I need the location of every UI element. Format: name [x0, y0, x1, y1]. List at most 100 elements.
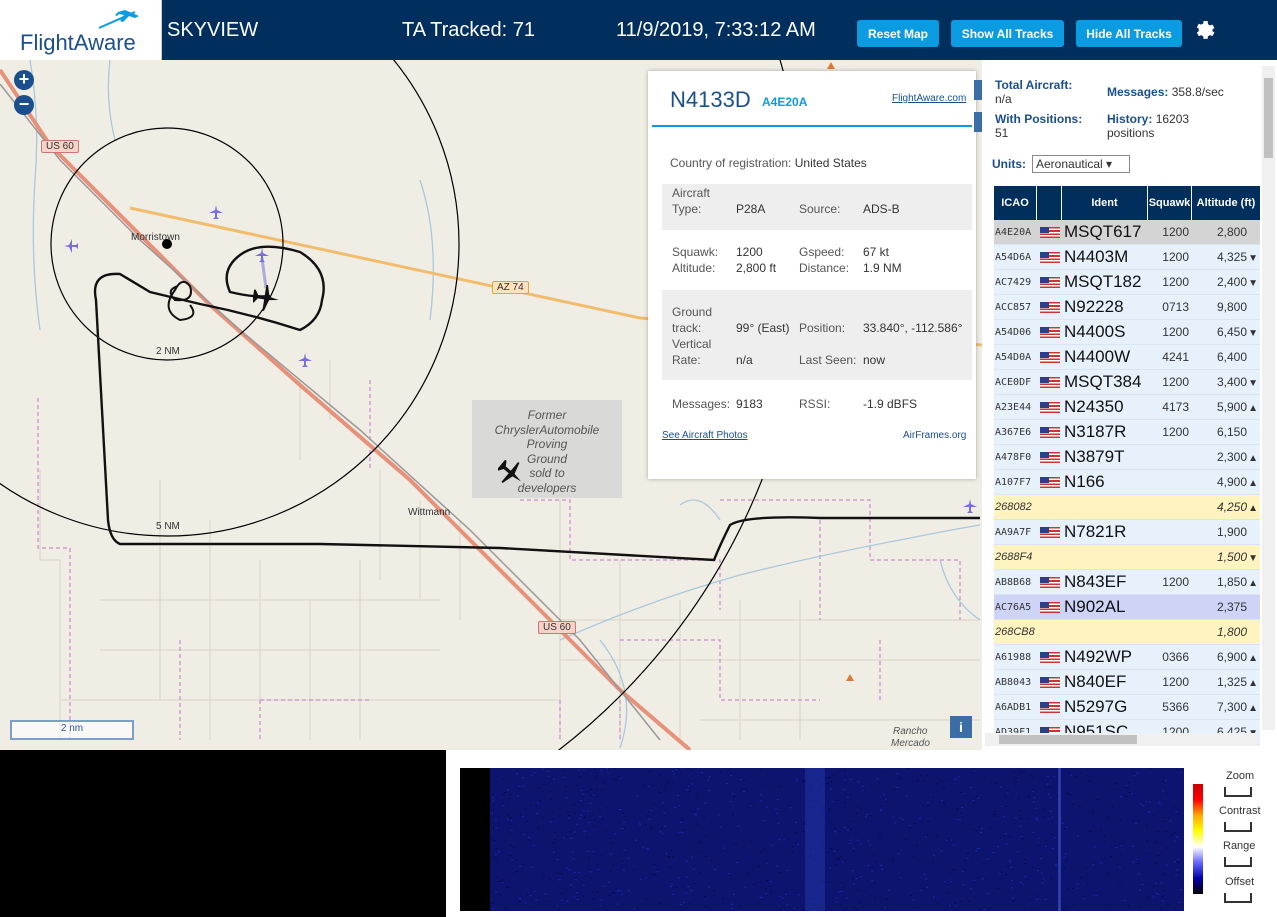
- col-altitude[interactable]: Altitude (ft): [1192, 186, 1260, 220]
- altitude-value: 1,850: [1216, 575, 1247, 589]
- table-row[interactable]: AA9A7F N7821R 1,900: [994, 520, 1260, 545]
- altitude-cell: 1,500▼: [1192, 550, 1260, 564]
- contrast-label: Contrast: [1219, 805, 1261, 817]
- area-line: ChryslerAutomobile: [494, 422, 600, 437]
- aircraft-marker-icon[interactable]: [63, 238, 79, 254]
- us-flag-icon: [1039, 651, 1060, 663]
- altitude-value: 2,375: [1216, 600, 1247, 614]
- table-row[interactable]: 268082 4,250▲: [994, 495, 1260, 520]
- range-slider[interactable]: [1224, 857, 1252, 867]
- last-seen-value: now: [863, 353, 886, 367]
- us-flag-icon: [1039, 401, 1060, 413]
- icao-cell: ACC857: [995, 301, 1032, 313]
- flag-cell: [1037, 301, 1062, 313]
- table-row[interactable]: AC76A5 N902AL 2,375: [994, 595, 1260, 620]
- flightaware-logo[interactable]: FlightAware: [0, 0, 162, 60]
- map-info-icon[interactable]: i: [950, 716, 972, 738]
- show-all-tracks-button[interactable]: Show All Tracks: [951, 20, 1064, 47]
- source-value: ADS-B: [863, 202, 900, 216]
- table-row[interactable]: A6ADB1 N5297G 5366 7,300▲: [994, 695, 1260, 720]
- table-horizontal-scrollbar[interactable]: [985, 733, 1258, 746]
- selected-aircraft-icon[interactable]: [253, 285, 279, 311]
- panel-collapse-handle[interactable]: [974, 80, 982, 132]
- flag-cell: [1037, 401, 1062, 413]
- table-row[interactable]: AB8043 N840EF 1200 1,325▲: [994, 670, 1260, 695]
- ident-cell: N92228: [1064, 297, 1124, 316]
- table-row[interactable]: A367E6 N3187R 1200 6,150: [994, 420, 1260, 445]
- table-row[interactable]: AC7429 MSQT182 1200 2,400▼: [994, 270, 1260, 295]
- table-row[interactable]: ACC857 N92228 0713 9,800: [994, 295, 1260, 320]
- track-value: 99° (East): [736, 321, 790, 335]
- contrast-slider[interactable]: [1224, 822, 1252, 832]
- flag-cell: [1037, 276, 1062, 288]
- altitude-value: 1,900: [1216, 525, 1247, 539]
- place-morristown: Morristown: [131, 232, 180, 243]
- zoom-out-button[interactable]: −: [14, 95, 34, 115]
- altitude-cell: 2,300▲: [1192, 450, 1260, 464]
- table-row[interactable]: A107F7 N166 4,900▲: [994, 470, 1260, 495]
- aircraft-marker-icon[interactable]: [498, 460, 524, 486]
- altitude-cell: 6,400: [1192, 350, 1260, 364]
- col-flag[interactable]: [1037, 186, 1062, 220]
- table-row[interactable]: 2688F4 1,500▼: [994, 545, 1260, 570]
- ident-cell: MSQT182: [1064, 272, 1142, 291]
- aircraft-photos-link[interactable]: See Aircraft Photos: [662, 430, 748, 441]
- altitude-value: 4,250: [1216, 500, 1247, 514]
- altitude-cell: 4,325▼: [1192, 250, 1260, 264]
- altitude-cell: 2,400▼: [1192, 275, 1260, 289]
- us-flag-icon: [1039, 276, 1060, 288]
- scroll-thumb[interactable]: [999, 735, 1137, 744]
- squawk-cell: 1200: [1162, 250, 1189, 264]
- ident-cell: N3879T: [1064, 447, 1125, 466]
- table-row[interactable]: A54D6A N4403M 1200 4,325▼: [994, 245, 1260, 270]
- table-row[interactable]: A23E44 N24350 4173 5,900▲: [994, 395, 1260, 420]
- col-ident[interactable]: Ident: [1062, 186, 1148, 220]
- icao-cell: AB8043: [995, 676, 1032, 688]
- squawk-label: Squawk:: [672, 245, 719, 259]
- table-row[interactable]: A478F0 N3879T 2,300▲: [994, 445, 1260, 470]
- table-row[interactable]: ACE0DF MSQT384 1200 3,400▼: [994, 370, 1260, 395]
- table-header: ICAO Ident Squawk Altitude (ft): [994, 186, 1260, 220]
- gspeed-value: 67 kt: [863, 245, 890, 259]
- altitude-cell: 6,900▲: [1192, 650, 1260, 664]
- popup-ident: N4133D: [670, 87, 751, 112]
- table-vertical-scrollbar[interactable]: [1262, 66, 1275, 730]
- table-row[interactable]: 268CB8 1,800: [994, 620, 1260, 645]
- bottom-black-area: [0, 750, 446, 917]
- reset-map-button[interactable]: Reset Map: [857, 20, 939, 47]
- gear-icon[interactable]: [1193, 18, 1217, 42]
- aircraft-marker-icon[interactable]: [208, 204, 224, 220]
- flightaware-link[interactable]: FlightAware.com: [892, 93, 966, 104]
- hide-all-tracks-button[interactable]: Hide All Tracks: [1076, 20, 1182, 47]
- units-select[interactable]: Aeronautical ▾: [1032, 155, 1130, 173]
- altitude-trend-icon: ▲: [1248, 653, 1258, 664]
- aircraft-marker-icon[interactable]: [254, 247, 270, 263]
- altitude-trend-icon: ▲: [1248, 503, 1258, 514]
- former-proving-ground-area: Former ChryslerAutomobile Proving Ground…: [472, 400, 622, 498]
- messages-rate-value: 358.8/sec: [1171, 85, 1224, 99]
- total-aircraft-value: n/a: [995, 92, 1012, 106]
- altitude-cell: 1,800: [1192, 625, 1260, 639]
- zoom-slider[interactable]: [1224, 787, 1252, 797]
- squawk-cell: 4173: [1162, 400, 1189, 414]
- icao-cell: A54D0A: [995, 351, 1032, 363]
- table-row[interactable]: A54D06 N4400S 1200 6,450▼: [994, 320, 1260, 345]
- aircraft-marker-icon[interactable]: [297, 352, 313, 368]
- table-row[interactable]: A54D0A N4400W 4241 6,400: [994, 345, 1260, 370]
- altitude-value: 1,800: [1216, 625, 1247, 639]
- aircraft-marker-icon[interactable]: [962, 498, 978, 514]
- col-icao[interactable]: ICAO: [994, 186, 1037, 220]
- country-value: United States: [794, 156, 867, 170]
- icao-cell: A54D6A: [995, 251, 1032, 263]
- col-squawk[interactable]: Squawk: [1148, 186, 1192, 220]
- airframes-link[interactable]: AirFrames.org: [903, 430, 966, 441]
- table-row[interactable]: A4E20A MSQT617 1200 2,800: [994, 220, 1260, 245]
- us-flag-icon: [1039, 251, 1060, 263]
- table-row[interactable]: AB8B68 N843EF 1200 1,850▲: [994, 570, 1260, 595]
- table-row[interactable]: A61988 N492WP 0366 6,900▲: [994, 645, 1260, 670]
- scroll-thumb[interactable]: [1264, 78, 1273, 158]
- altitude-value: 2,400: [1216, 275, 1247, 289]
- zoom-in-button[interactable]: +: [14, 70, 34, 90]
- us-flag-icon: [1039, 676, 1060, 688]
- offset-slider[interactable]: [1224, 893, 1252, 903]
